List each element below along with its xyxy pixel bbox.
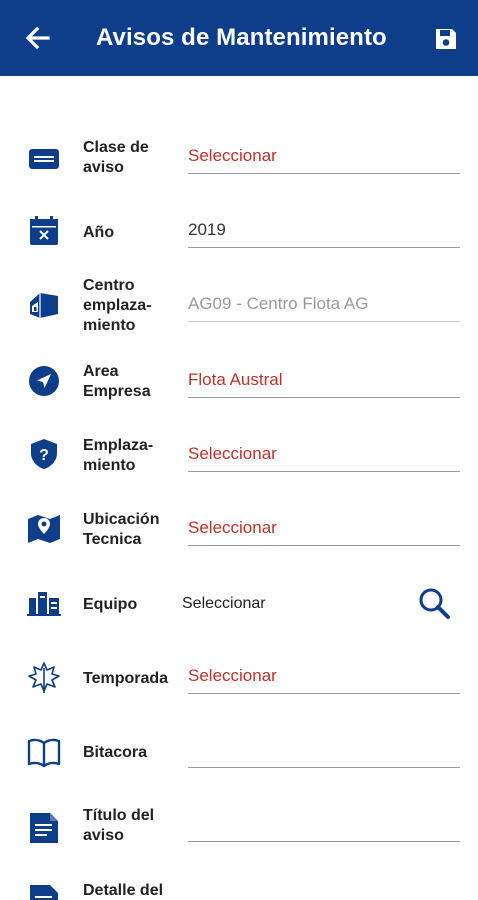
emplazamiento-value: Seleccionar — [188, 444, 277, 463]
house-icon — [27, 288, 61, 322]
map-pin-icon — [27, 511, 61, 545]
equipo-select[interactable]: Seleccionar — [182, 595, 266, 613]
ubicacion-tecnica-label: Ubicación Tecnica — [83, 511, 160, 548]
navigation-icon — [27, 364, 61, 398]
bitacora-input[interactable] — [188, 738, 460, 768]
centro-label: Centro emplaza- miento — [83, 277, 152, 334]
svg-text:?: ? — [39, 447, 49, 464]
shield-question-icon: ? — [27, 437, 61, 471]
app-bar: Avisos de Mantenimiento — [0, 0, 478, 76]
ubicacion-tecnica-select[interactable]: Seleccionar — [188, 516, 460, 546]
detalle-label: Detalle del — [83, 882, 164, 899]
anio-value: 2019 — [188, 220, 226, 239]
anio-label: Año — [83, 224, 115, 241]
search-icon[interactable] — [417, 586, 451, 620]
clase-aviso-value: Seleccionar — [188, 146, 277, 165]
document-icon — [27, 883, 61, 900]
titulo-aviso-label: Título del aviso — [83, 807, 155, 844]
page-title: Avisos de Mantenimiento — [96, 24, 387, 51]
titulo-aviso-input[interactable] — [188, 812, 460, 842]
emplazamiento-select[interactable]: Seleccionar — [188, 442, 460, 472]
area-empresa-value: Flota Austral — [188, 370, 283, 389]
leaf-icon — [27, 660, 61, 694]
temporada-value: Seleccionar — [188, 666, 277, 685]
centro-value: AG09 - Centro Flota AG — [188, 294, 369, 313]
save-icon[interactable] — [433, 26, 459, 52]
document-icon — [27, 811, 61, 845]
card-icon — [27, 142, 61, 176]
centro-field: AG09 - Centro Flota AG — [188, 292, 460, 322]
area-empresa-select[interactable]: Flota Austral — [188, 368, 460, 398]
temporada-label: Temporada — [83, 670, 169, 687]
bitacora-label: Bitacora — [83, 744, 148, 761]
anio-field[interactable]: 2019 — [188, 218, 460, 248]
equipo-label: Equipo — [83, 596, 138, 613]
equipment-icon — [27, 586, 61, 620]
temporada-select[interactable]: Seleccionar — [188, 664, 460, 694]
clase-aviso-label: Clase de aviso — [83, 139, 149, 176]
book-icon — [27, 735, 61, 769]
calendar-icon — [27, 214, 61, 248]
area-empresa-label: Area Empresa — [83, 363, 151, 400]
back-arrow-icon[interactable] — [22, 22, 54, 54]
clase-aviso-select[interactable]: Seleccionar — [188, 144, 460, 174]
ubicacion-tecnica-value: Seleccionar — [188, 518, 277, 537]
emplazamiento-label: Emplaza- miento — [83, 437, 154, 474]
